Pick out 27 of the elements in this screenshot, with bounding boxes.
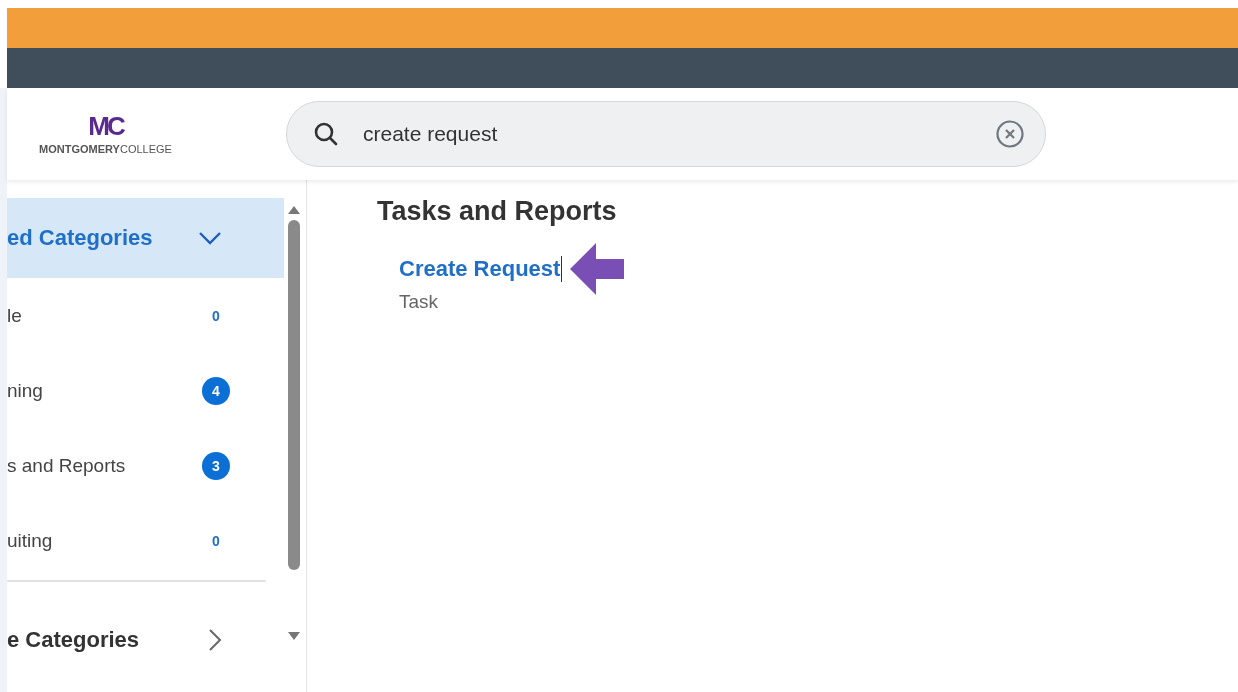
search-field[interactable]: create request (286, 101, 1046, 167)
search-input[interactable]: create request (361, 121, 995, 147)
clear-icon[interactable] (995, 119, 1025, 149)
count-label: 0 (211, 532, 221, 549)
scrollbar-thumb[interactable] (288, 220, 300, 570)
college-logo[interactable]: MC MONTGOMERYCOLLEGE (3, 90, 208, 178)
chevron-right-icon (208, 628, 222, 652)
arrow-icon (570, 243, 625, 295)
results-heading: Tasks and Reports (377, 196, 618, 227)
category-item[interactable]: s and Reports (7, 454, 126, 477)
count-badge: 4 (202, 376, 230, 405)
category-item[interactable]: le (7, 304, 22, 327)
category-header[interactable]: e Categories (7, 600, 284, 680)
category-header[interactable]: ed Categories (7, 198, 284, 278)
chevron-down-icon (198, 231, 222, 245)
count-badge: 3 (202, 451, 230, 480)
search-icon (313, 121, 339, 147)
scroll-up-icon[interactable] (288, 206, 300, 214)
category-item[interactable]: ning (7, 379, 43, 402)
category-item[interactable]: uiting (7, 529, 53, 552)
logo-mark: MC (88, 113, 123, 139)
result-type: Task (399, 291, 440, 313)
result-link[interactable]: Create Request (399, 256, 561, 282)
count-label: 0 (211, 307, 221, 324)
text-cursor (561, 256, 563, 282)
logo-wordmark: MONTGOMERYCOLLEGE (39, 143, 172, 155)
scroll-down-icon[interactable] (288, 632, 300, 640)
